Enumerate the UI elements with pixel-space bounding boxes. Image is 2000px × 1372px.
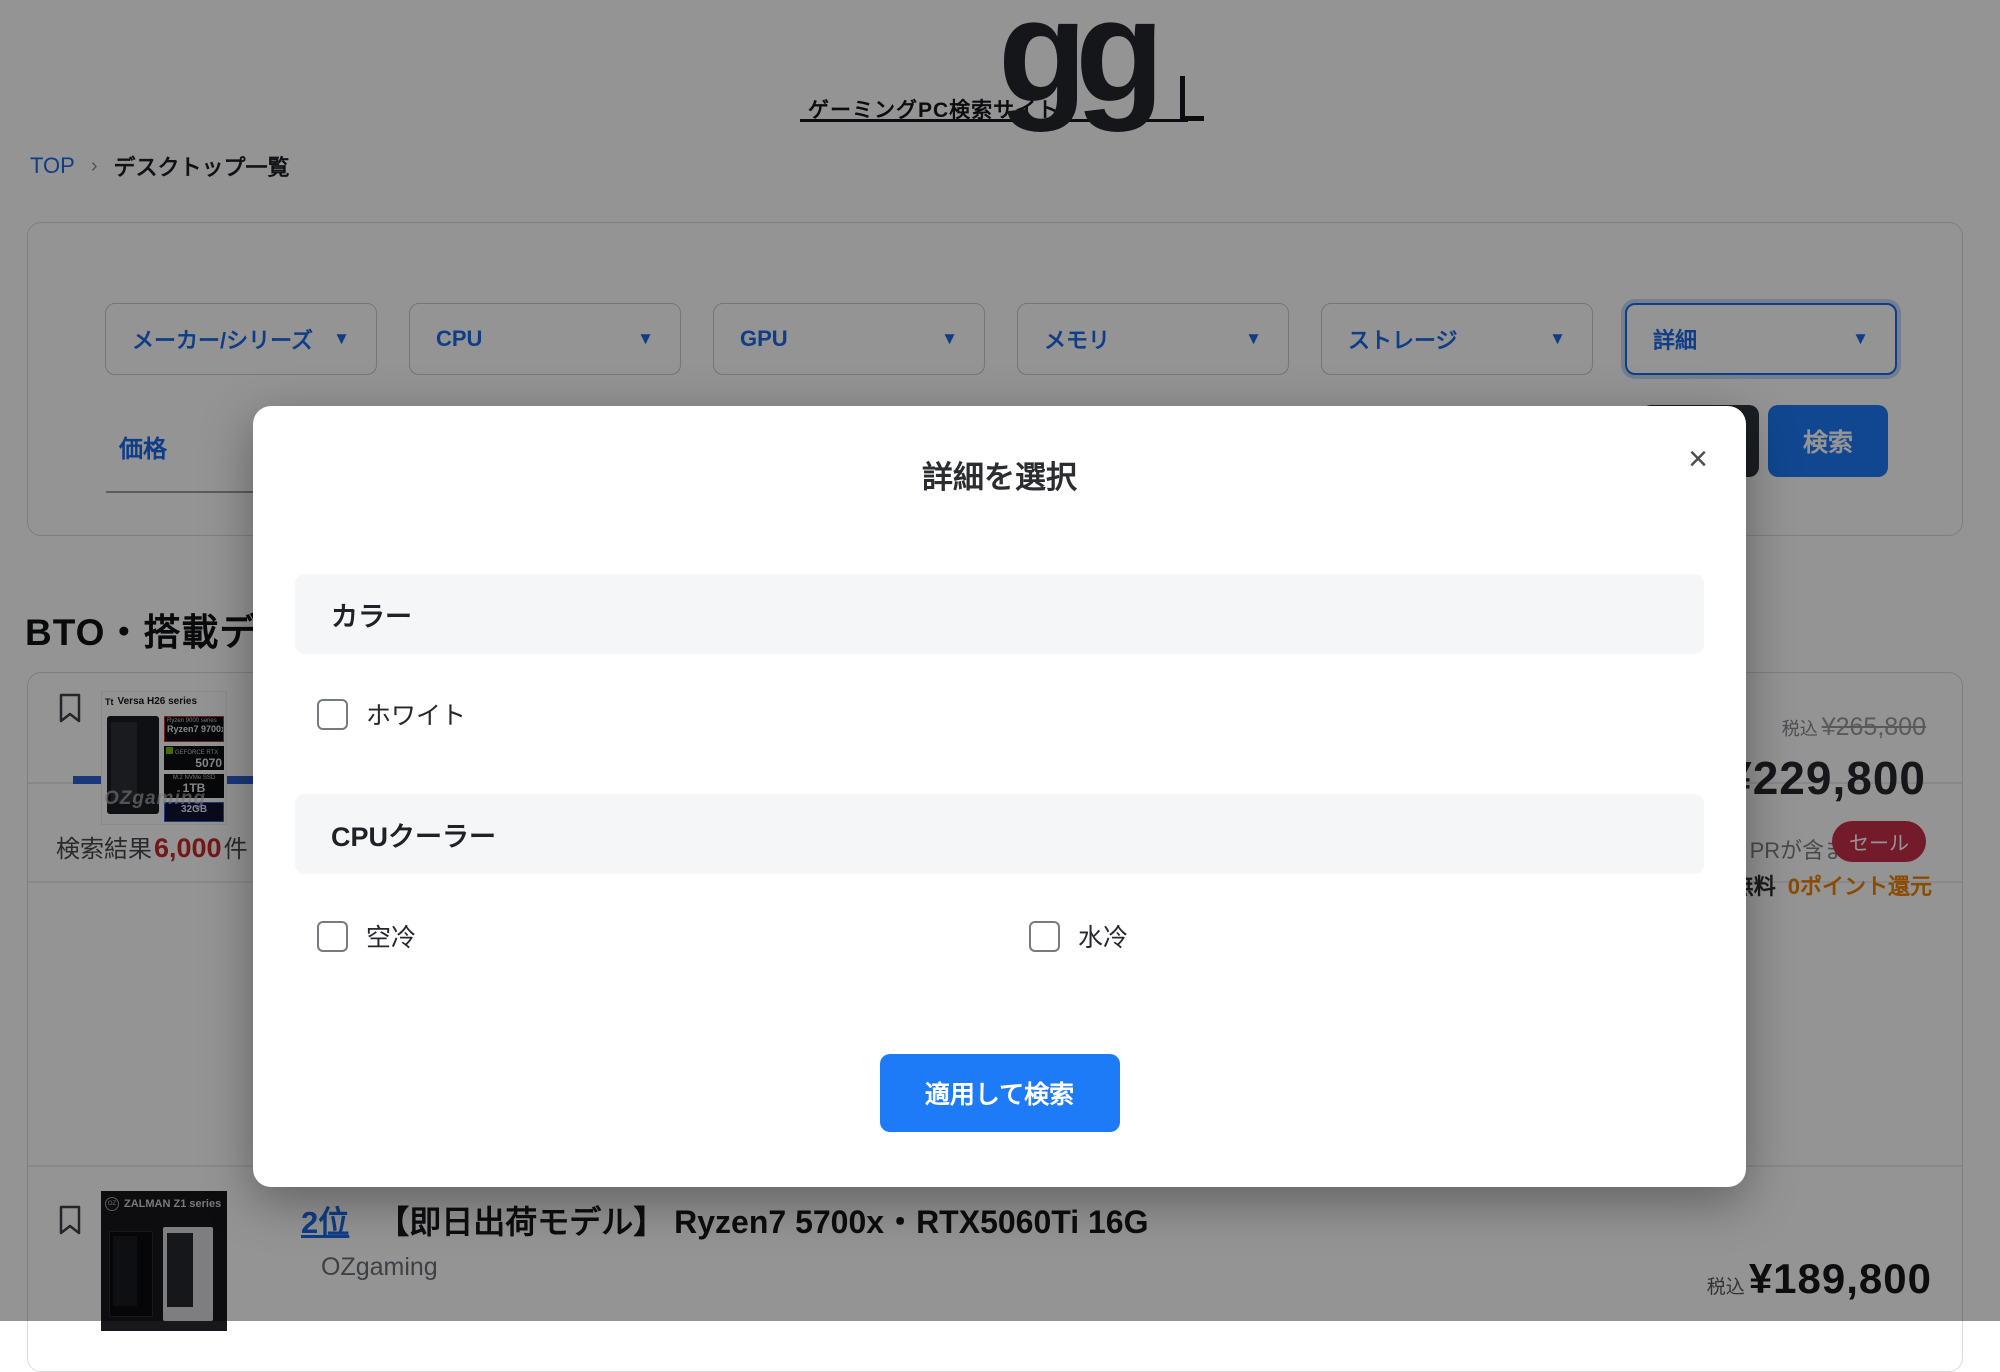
checkbox-air-cooling[interactable]: [317, 921, 348, 952]
details-modal: 詳細を選択 × カラー ホワイト CPUクーラー 空冷 水冷 適用して検索: [253, 406, 1746, 1187]
apply-search-button[interactable]: 適用して検索: [880, 1054, 1120, 1132]
checkbox-white[interactable]: [317, 699, 348, 730]
section-heading: CPUクーラー: [331, 815, 496, 854]
option-label: ホワイト: [366, 696, 466, 732]
close-icon[interactable]: ×: [1688, 442, 1708, 476]
modal-title: 詳細を選択: [253, 452, 1746, 497]
section-color: カラー: [295, 574, 1704, 654]
option-white[interactable]: ホワイト: [317, 696, 466, 732]
checkbox-water-cooling[interactable]: [1029, 921, 1060, 952]
section-cpu-cooler: CPUクーラー: [295, 794, 1704, 874]
option-label: 空冷: [366, 918, 416, 954]
option-water-cooling[interactable]: 水冷: [1029, 918, 1128, 954]
option-air-cooling[interactable]: 空冷: [317, 918, 416, 954]
section-heading: カラー: [331, 595, 412, 634]
option-label: 水冷: [1078, 918, 1128, 954]
